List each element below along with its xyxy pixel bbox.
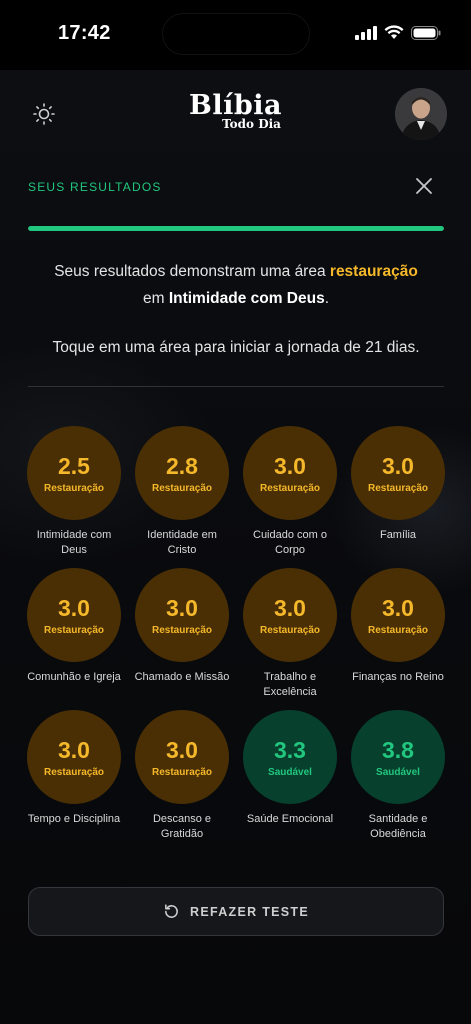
area-name: Santidade e Obediência: [368, 813, 428, 840]
area-status: Restauração: [151, 482, 213, 494]
results-label: SEUS RESULTADOS: [28, 180, 162, 194]
area-status: Restauração: [259, 624, 321, 636]
area-card[interactable]: 3.0 Restauração Finanças no Reino: [344, 568, 452, 700]
summary-suffix: .: [324, 290, 330, 307]
area-status: Restauração: [367, 624, 429, 636]
summary-prefix: Seus resultados demonstram uma área: [54, 263, 326, 280]
area-score: 3.0: [274, 452, 306, 479]
instruction-text: Toque em uma área para iniciar a jornada…: [52, 339, 420, 356]
area-score: 3.8: [382, 736, 414, 763]
area-card[interactable]: 3.8 Saudável Santidade e Obediência: [344, 710, 452, 842]
area-card[interactable]: 3.0 Restauração Comunhão e Igreja: [20, 568, 128, 700]
area-status: Restauração: [43, 766, 105, 778]
area-card[interactable]: 3.0 Restauração Trabalho e Excelência: [236, 568, 344, 700]
area-score: 2.5: [58, 452, 90, 479]
area-card[interactable]: 3.3 Saudável Saúde Emocional: [236, 710, 344, 842]
area-name: Descanso e Gratidão: [152, 813, 212, 840]
area-status: Restauração: [151, 766, 213, 778]
close-icon[interactable]: [414, 176, 434, 196]
wifi-icon: [384, 25, 404, 39]
area-card[interactable]: 3.0 Restauração Cuidado com o Corpo: [236, 426, 344, 558]
progress-fill: [28, 226, 444, 231]
area-name: Comunhão e Igreja: [27, 671, 121, 683]
area-score: 3.0: [382, 452, 414, 479]
status-time: 17:42: [58, 22, 111, 44]
area-score: 2.8: [166, 452, 198, 479]
area-score-circle[interactable]: 3.0 Restauração: [351, 426, 445, 520]
area-score: 3.3: [274, 736, 306, 763]
area-score-circle[interactable]: 3.0 Restauração: [243, 568, 337, 662]
redo-icon: [165, 904, 178, 918]
area-score-circle[interactable]: 2.8 Restauração: [135, 426, 229, 520]
area-name: Saúde Emocional: [246, 813, 334, 825]
area-status: Restauração: [259, 482, 321, 494]
area-status: Restauração: [43, 482, 105, 494]
area-status: Saudável: [268, 766, 312, 778]
progress-bar: [28, 226, 444, 231]
area-name: Identidade em Cristo: [147, 529, 217, 556]
area-card[interactable]: 3.0 Restauração Chamado e Missão: [128, 568, 236, 700]
battery-icon: [411, 25, 441, 40]
app-header: Blíbia Todo Dia: [0, 70, 471, 170]
area-score-circle[interactable]: 2.5 Restauração: [27, 426, 121, 520]
summary-area: Intimidade com Deus: [168, 290, 325, 307]
area-score-circle[interactable]: 3.0 Restauração: [135, 568, 229, 662]
status-bar: 17:42: [0, 0, 471, 70]
area-card[interactable]: 3.0 Restauração Descanso e Gratidão: [128, 710, 236, 842]
area-score-circle[interactable]: 3.3 Saudável: [243, 710, 337, 804]
area-score: 3.0: [166, 736, 198, 763]
area-status: Restauração: [43, 624, 105, 636]
area-card[interactable]: 2.5 Restauração Intimidade com Deus: [20, 426, 128, 558]
area-name: Trabalho e Excelência: [263, 671, 317, 698]
area-score: 3.0: [166, 594, 198, 621]
area-score-circle[interactable]: 3.0 Restauração: [351, 568, 445, 662]
area-name: Intimidade com Deus: [36, 529, 112, 556]
redo-label: REFAZER TESTE: [190, 904, 309, 919]
status-icons: [355, 25, 441, 40]
area-name: Cuidado com o Corpo: [253, 529, 327, 556]
summary-highlight: restauração: [329, 263, 418, 280]
area-score: 3.0: [58, 736, 90, 763]
area-name: Tempo e Disciplina: [27, 813, 121, 825]
area-name: Família: [379, 529, 417, 541]
area-score-circle[interactable]: 3.0 Restauração: [243, 426, 337, 520]
signal-icon: [355, 25, 377, 40]
area-score: 3.0: [274, 594, 306, 621]
area-status: Restauração: [151, 624, 213, 636]
area-grid: 2.5 Restauração Intimidade com Deus 2.8 Rest…: [20, 426, 452, 842]
avatar[interactable]: [395, 88, 447, 140]
area-score-circle[interactable]: 3.0 Restauração: [27, 568, 121, 662]
area-status: Restauração: [367, 482, 429, 494]
area-score-circle[interactable]: 3.0 Restauração: [27, 710, 121, 804]
dynamic-island: [162, 13, 310, 55]
area-status: Saudável: [376, 766, 420, 778]
area-name: Chamado e Missão: [134, 671, 230, 683]
area-score: 3.0: [382, 594, 414, 621]
area-score-circle[interactable]: 3.8 Saudável: [351, 710, 445, 804]
area-name: Finanças no Reino: [352, 671, 444, 683]
area-card[interactable]: 3.0 Restauração Família: [344, 426, 452, 558]
redo-test-button[interactable]: REFAZER TESTE: [28, 887, 444, 936]
summary-middle: em: [142, 290, 165, 307]
area-card[interactable]: 2.8 Restauração Identidade em Cristo: [128, 426, 236, 558]
area-score: 3.0: [58, 594, 90, 621]
area-score-circle[interactable]: 3.0 Restauração: [135, 710, 229, 804]
results-summary: Seus resultados demonstram uma área rest…: [28, 258, 444, 312]
area-card[interactable]: 3.0 Restauração Tempo e Disciplina: [20, 710, 128, 842]
divider: [28, 386, 444, 387]
